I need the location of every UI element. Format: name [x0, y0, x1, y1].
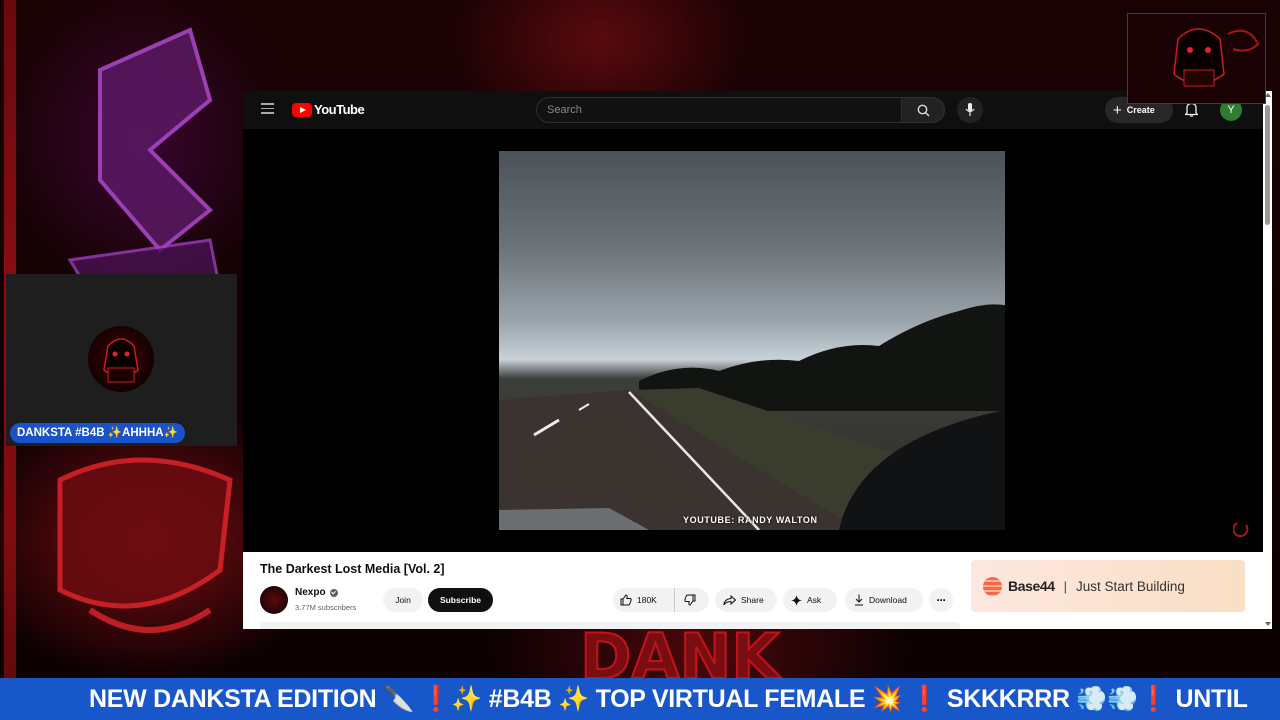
ad-separator: |	[1063, 578, 1068, 594]
ask-button[interactable]: Ask	[783, 588, 837, 612]
like-button[interactable]: 180K	[613, 588, 675, 612]
verified-badge-icon	[329, 588, 338, 597]
notifications-bell-icon[interactable]	[1185, 102, 1198, 117]
like-count: 180K	[637, 595, 657, 605]
join-button[interactable]: Join	[383, 588, 423, 612]
create-label: Create	[1126, 105, 1155, 115]
video-player[interactable]: YOUTUBE: RANDY WALTON	[243, 129, 1263, 552]
scroll-down-arrow-icon[interactable]	[1265, 622, 1271, 626]
page-scrollbar[interactable]	[1263, 91, 1272, 629]
base44-logo-icon	[983, 576, 1002, 596]
youtube-logo[interactable]: YouTube	[292, 102, 365, 117]
plus-icon: +	[1113, 101, 1122, 119]
more-actions-button[interactable]: ···	[929, 588, 953, 612]
loading-spinner-icon	[1233, 522, 1249, 537]
channel-name: Nexpo	[295, 587, 326, 598]
scrollbar-thumb[interactable]	[1265, 105, 1270, 225]
channel-avatar[interactable]	[260, 586, 288, 614]
youtube-header: YouTube + Create Y	[243, 91, 1263, 129]
search-icon	[917, 104, 930, 117]
corner-dank-logo: DANK	[1127, 13, 1266, 104]
ticker-bar: NEW DANKSTA EDITION 🔪 ❗✨ #B4B ✨ TOP VIRT…	[0, 678, 1280, 720]
search-button[interactable]	[901, 97, 945, 123]
streamer-avatar-art	[103, 338, 139, 383]
sponsored-ad-card[interactable]: Base44 | Just Start Building	[971, 560, 1245, 612]
streamer-camera-panel: DANKSTA #B4B ✨AHHHA✨	[6, 274, 237, 446]
video-watermark: YOUTUBE: RANDY WALTON	[683, 515, 818, 525]
search-input[interactable]	[536, 97, 902, 123]
download-button[interactable]: Download	[845, 588, 923, 612]
share-arrow-icon	[723, 594, 736, 605]
ad-tagline: Just Start Building	[1076, 578, 1185, 594]
streamer-name-badge: DANKSTA #B4B ✨AHHHA✨	[10, 423, 185, 443]
youtube-play-icon	[292, 102, 312, 117]
subscribe-button[interactable]: Subscribe	[428, 588, 493, 612]
streamer-avatar	[88, 326, 154, 392]
ticker-text: NEW DANKSTA EDITION 🔪 ❗✨ #B4B ✨ TOP VIRT…	[89, 685, 1248, 713]
share-label: Share	[741, 595, 764, 605]
video-info-section: The Darkest Lost Media [Vol. 2] Nexpo 3.…	[243, 552, 1263, 629]
hamburger-menu-icon[interactable]	[261, 103, 274, 114]
video-title: The Darkest Lost Media [Vol. 2]	[260, 562, 445, 576]
download-icon	[855, 594, 863, 606]
ad-brand: Base44	[1008, 578, 1055, 594]
corner-logo-art: DANK	[1128, 14, 1265, 103]
video-frame[interactable]: YOUTUBE: RANDY WALTON	[499, 151, 1005, 530]
browser-window: YouTube + Create Y	[243, 91, 1272, 629]
thumbs-down-icon	[683, 594, 695, 606]
description-box-edge	[260, 622, 960, 629]
share-button[interactable]: Share	[715, 588, 777, 612]
voice-search-button[interactable]	[957, 97, 983, 123]
ask-label: Ask	[807, 595, 822, 605]
subscriber-count: 3.77M subscribers	[295, 603, 357, 612]
youtube-logo-text: YouTube	[314, 102, 365, 117]
dislike-button[interactable]	[675, 594, 709, 606]
video-road	[499, 388, 1005, 530]
thumbs-up-icon	[620, 594, 632, 606]
channel-name-link[interactable]: Nexpo	[295, 587, 338, 598]
download-label: Download	[869, 595, 907, 605]
sparkle-icon	[791, 594, 802, 606]
microphone-icon	[965, 103, 975, 116]
like-dislike-group: 180K	[613, 588, 709, 612]
